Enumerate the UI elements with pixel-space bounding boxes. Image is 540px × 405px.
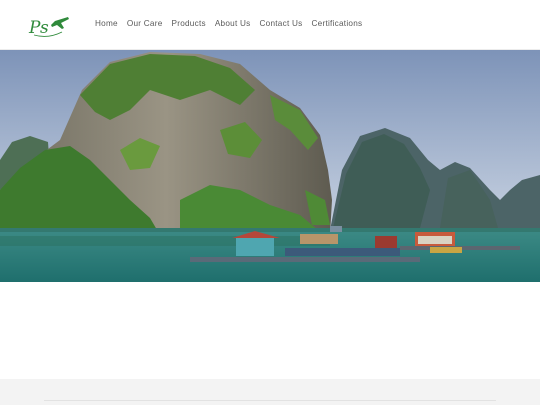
nav-our-care[interactable]: Our Care [127,19,163,28]
nav-contact-us[interactable]: Contact Us [260,19,303,28]
main-nav: Home Our Care Products About Us Contact … [95,19,371,28]
nav-home[interactable]: Home [95,19,118,28]
nav-products[interactable]: Products [172,19,206,28]
site-header: Ps Home Our Care Products About Us Conta… [0,0,540,50]
nav-about-us[interactable]: About Us [215,19,251,28]
logo-text: Ps [28,18,49,38]
hero-banner [0,50,540,282]
brand-logo[interactable]: Ps [28,13,72,39]
content-area [0,282,540,379]
hero-image [0,50,540,282]
footer-divider [44,400,496,401]
nav-certifications[interactable]: Certifications [312,19,363,28]
plane-logo-icon: Ps [28,17,69,38]
site-footer [0,379,540,405]
